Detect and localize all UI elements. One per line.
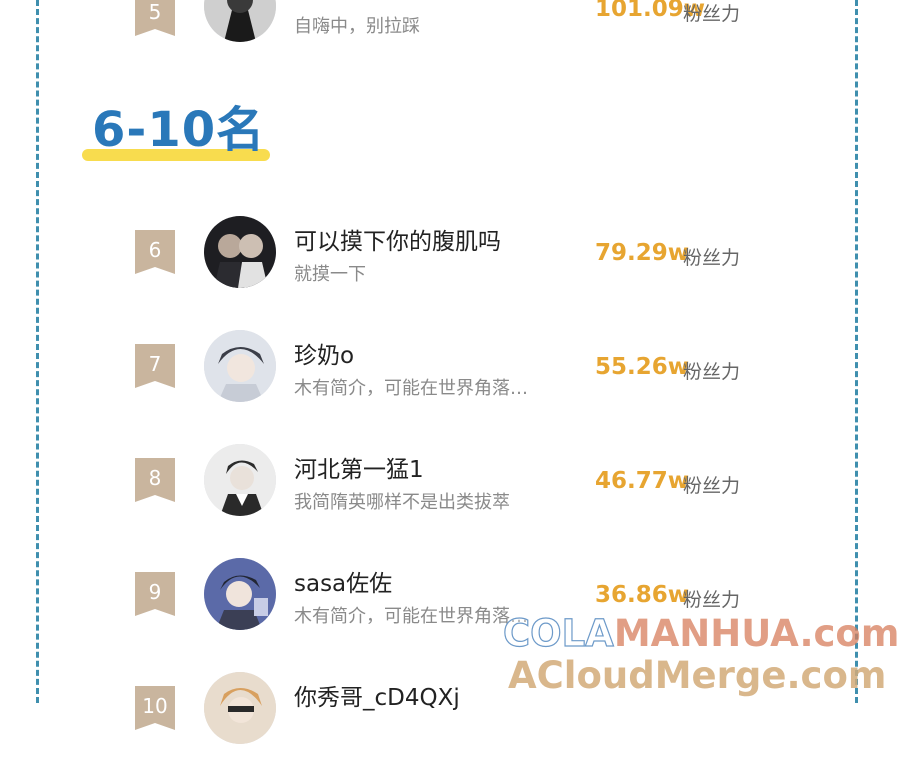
fans-value: 46.77w: [595, 468, 689, 494]
fans-value: 79.29w: [595, 240, 689, 266]
fans-unit-label: 粉丝力: [683, 247, 741, 269]
user-bio: 木有简介，可能在世界角落…: [294, 378, 528, 399]
fans-value: 55.26w: [595, 354, 689, 380]
user-avatar[interactable]: [204, 444, 276, 516]
ranking-row-8[interactable]: 8 河北第一猛1 我简隋英哪样不是出类拔萃 46.77w 粉丝力: [0, 428, 900, 538]
rank-badge: 8: [135, 458, 175, 502]
user-avatar[interactable]: [204, 0, 276, 42]
user-name[interactable]: 珍奶o: [294, 336, 354, 370]
user-name[interactable]: 河北第一猛1: [294, 450, 424, 484]
user-avatar[interactable]: [204, 216, 276, 288]
ranking-row-5[interactable]: 5 自嗨中，别拉踩 101.09w 粉丝力: [0, 0, 900, 52]
fans-value: 36.86w: [595, 582, 689, 608]
fans-unit-label: 粉丝力: [683, 3, 741, 25]
user-avatar[interactable]: [204, 672, 276, 744]
user-name[interactable]: sasa佐佐: [294, 564, 392, 598]
user-bio: 木有简介，可能在世界角落…: [294, 606, 528, 627]
ranking-row-7[interactable]: 7 珍奶o 木有简介，可能在世界角落… 55.26w 粉丝力: [0, 314, 900, 424]
user-avatar[interactable]: [204, 330, 276, 402]
fans-unit-label: 粉丝力: [683, 361, 741, 383]
user-bio: 就摸一下: [294, 264, 366, 285]
rank-badge: 5: [135, 0, 175, 36]
watermark-acloudmerge: ACloudMerge.com: [508, 654, 887, 697]
user-avatar[interactable]: [204, 558, 276, 630]
ranking-row-6[interactable]: 6 可以摸下你的腹肌吗 就摸一下 79.29w 粉丝力: [0, 200, 900, 310]
user-bio: 我简隋英哪样不是出类拔萃: [294, 492, 510, 513]
watermark-colamanhua: COLAMANHUA.com: [502, 611, 900, 655]
user-name[interactable]: 可以摸下你的腹肌吗: [294, 222, 501, 256]
fans-unit-label: 粉丝力: [683, 475, 741, 497]
user-name[interactable]: 你秀哥_cD4QXj: [294, 678, 460, 712]
fans-unit-label: 粉丝力: [683, 589, 741, 611]
rank-badge: 6: [135, 230, 175, 274]
rank-badge: 9: [135, 572, 175, 616]
rank-badge: 7: [135, 344, 175, 388]
rank-badge: 10: [135, 686, 175, 730]
user-bio: 自嗨中，别拉踩: [294, 16, 420, 37]
section-title: 6-10名: [92, 102, 266, 158]
